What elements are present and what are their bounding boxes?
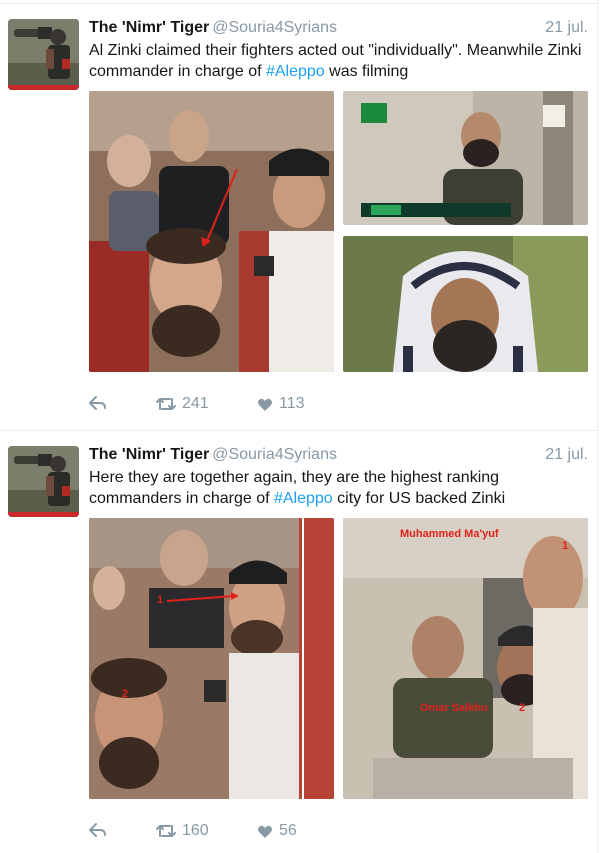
tweet-timestamp[interactable]: 21 jul. bbox=[545, 18, 588, 38]
timeline: The 'Nimr' Tiger @Souria4Syrians 21 jul. … bbox=[0, 0, 598, 853]
avatar[interactable] bbox=[8, 19, 79, 90]
retweet-icon bbox=[156, 398, 176, 410]
retweet-button[interactable]: 241 bbox=[156, 395, 209, 413]
avatar[interactable] bbox=[8, 446, 79, 517]
user-handle[interactable]: @Souria4Syrians bbox=[212, 446, 337, 463]
tweet-header: The 'Nimr' Tiger @Souria4Syrians bbox=[89, 18, 337, 38]
tweet[interactable]: The 'Nimr' Tiger @Souria4Syrians 21 jul. … bbox=[0, 430, 598, 853]
reply-button[interactable] bbox=[89, 395, 107, 411]
tweet-text: Al Zinki claimed their fighters acted ou… bbox=[89, 40, 594, 82]
tweet-photo[interactable] bbox=[343, 236, 588, 372]
tweet-timestamp[interactable]: 21 jul. bbox=[545, 445, 588, 465]
like-count: 113 bbox=[279, 395, 305, 412]
retweet-count: 241 bbox=[182, 395, 209, 412]
like-button[interactable]: 113 bbox=[257, 395, 305, 413]
photo-annotation-label: 1 bbox=[562, 540, 569, 552]
photo-annotation-label: 1 bbox=[157, 594, 164, 606]
tweet-photo[interactable] bbox=[343, 91, 588, 225]
tweet-text-part: city for US backed Zinki bbox=[332, 490, 506, 507]
heart-icon bbox=[258, 398, 272, 411]
tweet[interactable]: The 'Nimr' Tiger @Souria4Syrians 21 jul. … bbox=[0, 3, 598, 430]
like-count: 56 bbox=[279, 822, 297, 839]
photo-annotation-label: Muhammed Ma'yuf bbox=[400, 528, 499, 540]
hashtag-link[interactable]: #Aleppo bbox=[266, 63, 325, 80]
reply-icon bbox=[89, 396, 106, 410]
retweet-button[interactable]: 160 bbox=[156, 822, 209, 840]
tweet-media-grid: 1 2 Muhammed Ma'yuf 1 Omar Salkhu 2 bbox=[89, 518, 588, 799]
tweet-header: The 'Nimr' Tiger @Souria4Syrians bbox=[89, 445, 337, 465]
reply-icon bbox=[89, 823, 106, 837]
reply-button[interactable] bbox=[89, 822, 107, 838]
retweet-count: 160 bbox=[182, 822, 209, 839]
photo-annotation-label: 2 bbox=[519, 702, 526, 714]
tweet-photo[interactable]: 1 2 bbox=[89, 518, 334, 799]
tweet-photo[interactable] bbox=[89, 91, 334, 372]
user-handle[interactable]: @Souria4Syrians bbox=[212, 19, 337, 36]
user-fullname[interactable]: The 'Nimr' Tiger bbox=[89, 446, 209, 463]
tweet-text-part: was filming bbox=[324, 63, 409, 80]
tweet-media-grid bbox=[89, 91, 588, 372]
tweet-text: Here they are together again, they are t… bbox=[89, 467, 594, 509]
user-fullname[interactable]: The 'Nimr' Tiger bbox=[89, 19, 209, 36]
hashtag-link[interactable]: #Aleppo bbox=[274, 490, 333, 507]
retweet-icon bbox=[156, 825, 176, 837]
photo-annotation-label: Omar Salkhu bbox=[420, 702, 488, 714]
like-button[interactable]: 56 bbox=[257, 822, 297, 840]
heart-icon bbox=[258, 825, 272, 838]
tweet-photo[interactable]: Muhammed Ma'yuf 1 Omar Salkhu 2 bbox=[343, 518, 588, 799]
photo-annotation-label: 2 bbox=[122, 688, 129, 700]
